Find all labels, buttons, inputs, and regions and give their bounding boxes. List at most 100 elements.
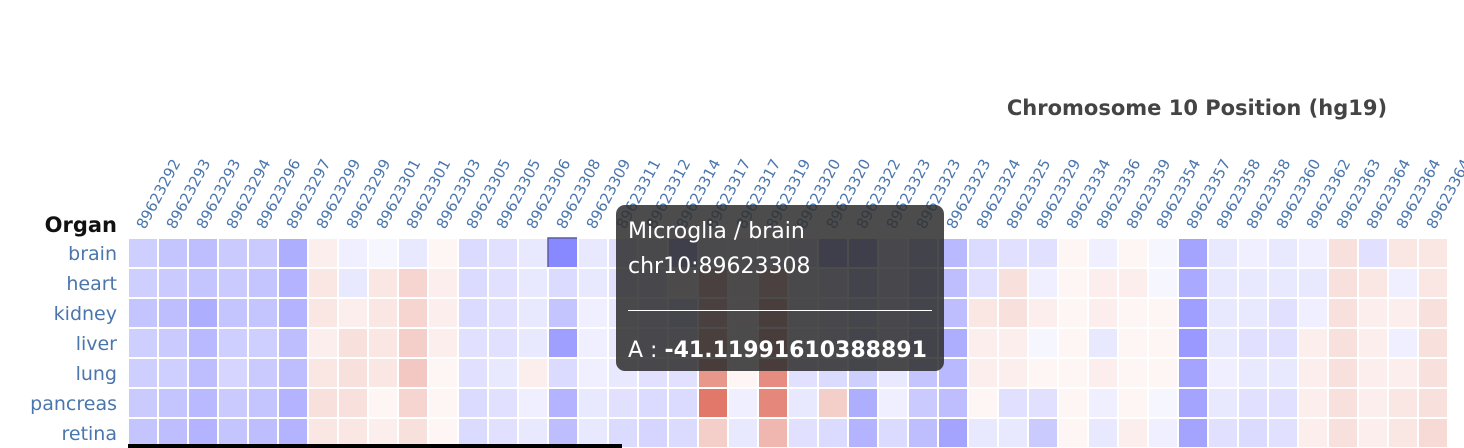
heatmap-cell[interactable] [277, 357, 309, 389]
heatmap-cell[interactable] [1087, 237, 1119, 269]
heatmap-cell[interactable] [1207, 327, 1239, 359]
heatmap-cell[interactable] [757, 417, 789, 448]
heatmap-cell[interactable] [697, 387, 729, 419]
heatmap-cell[interactable] [277, 297, 309, 329]
heatmap-cell[interactable] [127, 327, 159, 359]
heatmap-cell[interactable] [1327, 267, 1359, 299]
heatmap-cell[interactable] [247, 297, 279, 329]
heatmap-cell[interactable] [667, 417, 699, 448]
heatmap-cell[interactable] [997, 297, 1029, 329]
heatmap-cell[interactable] [397, 237, 429, 269]
heatmap-cell[interactable] [427, 327, 459, 359]
heatmap-cell[interactable] [397, 327, 429, 359]
heatmap-cell[interactable] [367, 237, 399, 269]
heatmap-cell[interactable] [1177, 357, 1209, 389]
heatmap-cell[interactable] [1027, 237, 1059, 269]
heatmap-cell[interactable] [397, 387, 429, 419]
heatmap-cell[interactable] [307, 357, 339, 389]
heatmap-cell[interactable] [1177, 267, 1209, 299]
heatmap-cell[interactable] [1327, 237, 1359, 269]
heatmap-cell[interactable] [187, 237, 219, 269]
heatmap-cell[interactable] [1207, 387, 1239, 419]
heatmap-cell[interactable] [157, 267, 189, 299]
heatmap-cell[interactable] [397, 267, 429, 299]
heatmap-cell[interactable] [367, 327, 399, 359]
heatmap-cell[interactable] [1327, 417, 1359, 448]
heatmap-cell[interactable] [127, 297, 159, 329]
heatmap-cell[interactable] [217, 357, 249, 389]
heatmap-cell[interactable] [847, 417, 879, 448]
heatmap-cell[interactable] [577, 267, 609, 299]
heatmap-cell[interactable] [427, 237, 459, 269]
heatmap-cell[interactable] [577, 237, 609, 269]
heatmap-cell[interactable] [517, 267, 549, 299]
heatmap-cell[interactable] [487, 327, 519, 359]
heatmap-cell[interactable] [1387, 357, 1419, 389]
heatmap-cell[interactable] [667, 387, 699, 419]
heatmap-cell[interactable] [1207, 237, 1239, 269]
heatmap-cell[interactable] [1267, 267, 1299, 299]
heatmap-cell[interactable] [1057, 267, 1089, 299]
heatmap-cell[interactable] [1057, 327, 1089, 359]
heatmap-cell[interactable] [1417, 357, 1449, 389]
heatmap-cell[interactable] [457, 237, 489, 269]
heatmap-cell[interactable] [1057, 297, 1089, 329]
heatmap-cell[interactable] [1327, 387, 1359, 419]
heatmap-cell[interactable] [277, 387, 309, 419]
heatmap-cell[interactable] [1117, 387, 1149, 419]
heatmap-cell[interactable] [1087, 267, 1119, 299]
heatmap-cell[interactable] [1297, 237, 1329, 269]
heatmap-cell[interactable] [727, 387, 759, 419]
heatmap-cell[interactable] [307, 237, 339, 269]
heatmap-cell[interactable] [1087, 357, 1119, 389]
heatmap-cell[interactable] [397, 297, 429, 329]
heatmap-cell[interactable] [547, 267, 579, 299]
heatmap-cell[interactable] [817, 417, 849, 448]
heatmap-cell[interactable] [1327, 297, 1359, 329]
heatmap-cell[interactable] [157, 237, 189, 269]
heatmap-cell[interactable] [487, 297, 519, 329]
heatmap-cell[interactable] [157, 327, 189, 359]
heatmap-cell[interactable] [1387, 417, 1419, 448]
heatmap-cell[interactable] [487, 237, 519, 269]
heatmap-cell[interactable] [1387, 387, 1419, 419]
heatmap-cell[interactable] [487, 267, 519, 299]
heatmap-cell[interactable] [427, 357, 459, 389]
heatmap-cell[interactable] [277, 327, 309, 359]
heatmap-cell[interactable] [967, 327, 999, 359]
heatmap-cell[interactable] [877, 417, 909, 448]
heatmap-cell[interactable] [1357, 417, 1389, 448]
heatmap-cell[interactable] [517, 237, 549, 269]
heatmap-cell[interactable] [187, 327, 219, 359]
heatmap-cell[interactable] [967, 267, 999, 299]
heatmap-cell[interactable] [727, 417, 759, 448]
heatmap-cell[interactable] [1297, 297, 1329, 329]
heatmap-cell[interactable] [187, 297, 219, 329]
heatmap-cell[interactable] [127, 357, 159, 389]
heatmap-cell[interactable] [277, 237, 309, 269]
heatmap-cell[interactable] [1027, 267, 1059, 299]
heatmap-cell[interactable] [1117, 357, 1149, 389]
heatmap-cell[interactable] [487, 387, 519, 419]
heatmap-cell[interactable] [1267, 327, 1299, 359]
heatmap-cell[interactable] [1147, 327, 1179, 359]
heatmap-cell[interactable] [1417, 327, 1449, 359]
heatmap-cell[interactable] [337, 237, 369, 269]
heatmap-cell[interactable] [1417, 387, 1449, 419]
heatmap-cell[interactable] [217, 267, 249, 299]
heatmap-cell[interactable] [517, 357, 549, 389]
heatmap-cell[interactable] [637, 417, 669, 448]
heatmap-cell[interactable] [337, 267, 369, 299]
heatmap-cell[interactable] [937, 417, 969, 448]
heatmap-cell[interactable] [1147, 267, 1179, 299]
heatmap-cell[interactable] [1147, 297, 1179, 329]
heatmap-cell[interactable] [157, 297, 189, 329]
heatmap-cell[interactable] [1297, 267, 1329, 299]
heatmap-cell[interactable] [457, 267, 489, 299]
heatmap-cell[interactable] [1297, 417, 1329, 448]
heatmap-cell[interactable] [457, 357, 489, 389]
heatmap-cell[interactable] [547, 387, 579, 419]
heatmap-cell[interactable] [577, 297, 609, 329]
heatmap-cell[interactable] [1417, 237, 1449, 269]
heatmap-cell[interactable] [1177, 387, 1209, 419]
